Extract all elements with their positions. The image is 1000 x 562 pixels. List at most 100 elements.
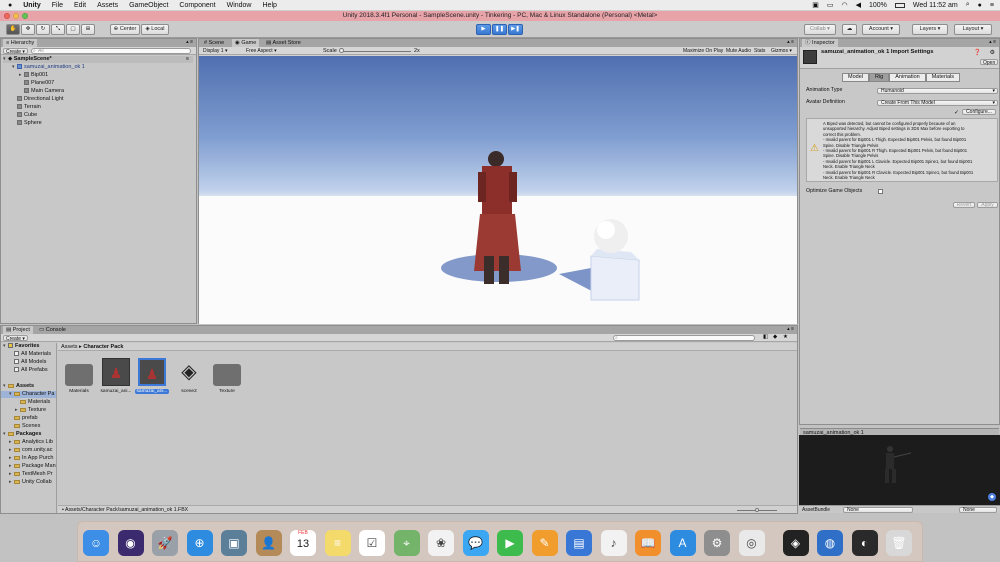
open-button[interactable]: Open — [980, 59, 999, 66]
maps-icon[interactable]: ⌖ — [393, 530, 420, 556]
tab-rig[interactable]: Rig — [868, 73, 890, 82]
avatar-definition-dropdown[interactable]: Create From This Model ▾ — [877, 100, 998, 106]
menu-assets[interactable]: Assets — [97, 2, 118, 9]
panel-menu-icon[interactable]: ▴ ≡ — [186, 39, 193, 45]
notification-center-icon[interactable]: ≡ — [990, 2, 994, 9]
tab-console[interactable]: ▭ Console — [36, 326, 69, 334]
step-button[interactable]: ▶❚ — [508, 24, 523, 35]
revert-button[interactable]: Revert — [953, 202, 975, 208]
menu-gameobject[interactable]: GameObject — [129, 2, 168, 9]
hierarchy-row[interactable]: Directional Light — [12, 96, 63, 103]
hierarchy-row[interactable]: Main Camera — [19, 88, 64, 95]
project-tree-item[interactable]: Materials — [1, 399, 56, 406]
books-icon[interactable]: 📖 — [635, 530, 661, 556]
layers-dropdown[interactable]: Layers ▾ — [912, 24, 948, 35]
preview-settings-icon[interactable]: ◆ — [988, 493, 996, 501]
pause-button[interactable]: ❚❚ — [492, 24, 507, 35]
photo-booth-icon[interactable]: ◐ — [851, 530, 878, 556]
hierarchy-create-button[interactable]: Create ▾ — [3, 48, 28, 55]
reminders-icon[interactable]: ☑ — [359, 530, 385, 556]
launchpad-icon[interactable]: 🚀 — [152, 530, 178, 556]
close-window-icon[interactable] — [4, 13, 10, 19]
hierarchy-search-input[interactable]: ⌕ All — [31, 48, 191, 54]
asset-item[interactable]: Materials — [62, 358, 96, 394]
project-tree-item[interactable]: All Prefabs — [1, 367, 56, 374]
display-dropdown[interactable]: Display 1 ▾ — [201, 48, 239, 54]
hierarchy-row[interactable]: Plane007 — [19, 80, 54, 87]
menu-file[interactable]: File — [52, 2, 63, 9]
photos-icon[interactable]: ❀ — [428, 530, 454, 556]
project-tree-item[interactable]: ▾ Packages — [1, 431, 56, 438]
project-tree-item[interactable]: All Models — [1, 359, 56, 366]
star-icon[interactable]: ★ — [783, 334, 788, 340]
tab-animation[interactable]: Animation — [889, 73, 926, 82]
tab-materials[interactable]: Materials — [925, 73, 961, 82]
volume-icon[interactable]: ◀ — [856, 1, 861, 9]
aspect-dropdown[interactable]: Free Aspect ▾ — [244, 48, 314, 54]
battery-icon[interactable] — [894, 2, 905, 8]
project-tree-item[interactable]: ▾ Favorites — [1, 343, 56, 350]
hierarchy-row[interactable]: Sphere — [12, 120, 42, 127]
asset-bundle-variant-dropdown[interactable]: None — [959, 507, 997, 513]
photos-viewer-icon[interactable]: ▣ — [221, 530, 247, 556]
project-tree-item[interactable]: ▸ com.unity.ac — [1, 447, 56, 454]
trash-icon[interactable]: 🗑 — [886, 530, 912, 556]
project-create-button[interactable]: Create ▾ — [3, 335, 28, 342]
settings-gear-icon[interactable]: ⚙ — [990, 49, 995, 56]
wifi-icon[interactable]: ◠ — [841, 1, 847, 9]
thumbnail-size-slider[interactable] — [737, 508, 777, 512]
pivot-center-button[interactable]: ⊕ Center — [110, 24, 140, 35]
play-button[interactable]: ▶ — [476, 24, 491, 35]
itunes-icon[interactable]: ♪ — [600, 530, 627, 556]
facetime-icon[interactable]: ▶ — [497, 530, 523, 556]
breadcrumb-current[interactable]: Character Pack — [83, 344, 123, 350]
tab-hierarchy[interactable]: ≡ Hierarchy — [3, 39, 38, 47]
app-store-icon[interactable]: A — [669, 530, 696, 556]
tab-scene[interactable]: # Scene — [201, 39, 228, 47]
project-tree-item[interactable]: ▸ Texture — [1, 407, 56, 414]
notes-icon[interactable]: ≡ — [324, 530, 351, 556]
filter-by-type-icon[interactable]: ◧ — [763, 334, 768, 340]
calendar-icon[interactable]: FEB 13 — [290, 530, 316, 556]
thumbnail-size-thumb[interactable] — [755, 508, 759, 512]
help-icon[interactable]: ❓ — [974, 49, 981, 56]
asset-item[interactable]: Texture — [210, 358, 244, 394]
airplay-icon[interactable]: ▭ — [827, 1, 834, 9]
menu-edit[interactable]: Edit — [74, 2, 86, 9]
messages-icon[interactable]: 💬 — [462, 530, 489, 556]
optimize-checkbox[interactable] — [878, 189, 883, 194]
globe-icon[interactable]: ◍ — [817, 530, 843, 556]
scale-slider-thumb[interactable] — [339, 48, 344, 53]
hierarchy-row[interactable]: Cube — [12, 112, 37, 119]
system-preferences-icon[interactable]: ⚙ — [704, 530, 730, 556]
hand-tool-button[interactable]: ✋ — [6, 24, 20, 35]
scale-slider[interactable] — [339, 48, 411, 53]
tab-inspector[interactable]: ⓘ Inspector — [802, 39, 838, 47]
status-icon[interactable]: ▣ — [812, 1, 819, 9]
project-tree-item[interactable]: ▸ TextMesh Pr — [1, 471, 56, 478]
safari-icon[interactable]: ⊕ — [186, 530, 213, 556]
menu-window[interactable]: Window — [227, 2, 252, 9]
project-tree-item[interactable]: Scenes — [1, 423, 56, 430]
gizmos-dropdown[interactable]: Gizmos ▾ — [769, 48, 794, 54]
pages-icon[interactable]: ✎ — [531, 530, 558, 556]
keynote-icon[interactable]: ▤ — [566, 530, 592, 556]
scale-tool-button[interactable]: ⤡ — [51, 24, 65, 35]
panel-menu-icon[interactable]: ▴ ≡ — [787, 39, 794, 45]
scene-row[interactable]: ▾ ◆ SampleScene* ≡ — [3, 56, 193, 63]
filter-by-label-icon[interactable]: ◆ — [773, 334, 777, 340]
hierarchy-row[interactable]: ▾ samuzai_animation_ok 1 — [12, 64, 85, 71]
contacts-icon[interactable]: 👤 — [255, 530, 282, 556]
asset-item[interactable]: ◈ scene2 — [172, 358, 206, 394]
stats-toggle[interactable]: Stats — [752, 48, 767, 54]
minimize-window-icon[interactable] — [13, 13, 19, 19]
project-tree-item[interactable]: All Materials — [1, 351, 56, 358]
project-tree-item[interactable]: ▾ Assets — [1, 383, 56, 390]
animation-type-dropdown[interactable]: Humanoid ▾ — [877, 88, 998, 94]
project-tree-item[interactable]: ▸ In App Purch — [1, 455, 56, 462]
project-tree-item[interactable]: ▸ Unity Collab — [1, 479, 56, 486]
clock[interactable]: Wed 11:52 am — [913, 2, 958, 9]
rotate-tool-button[interactable]: ↻ — [36, 24, 50, 35]
panel-menu-icon[interactable]: ▴ ≡ — [989, 39, 996, 45]
project-tree-item[interactable]: ▾ Character Pa — [1, 391, 56, 398]
